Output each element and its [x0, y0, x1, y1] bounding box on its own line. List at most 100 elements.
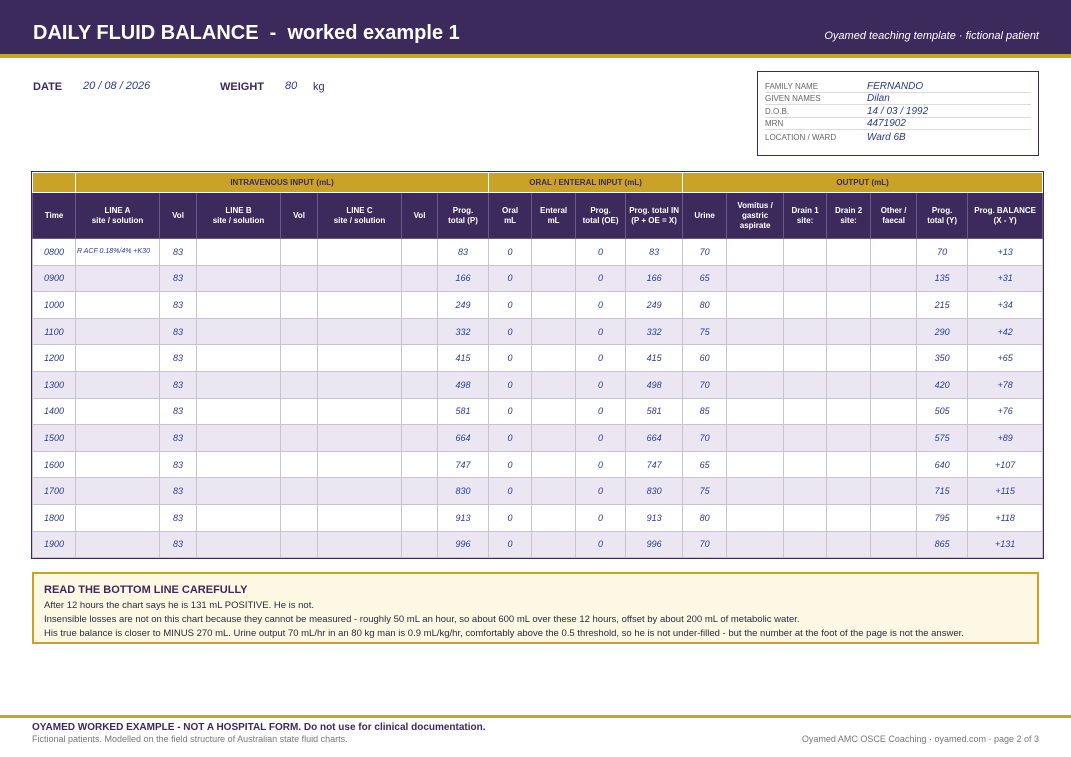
column-header-line: Drain 2: [835, 205, 863, 215]
table-cell: [196, 450, 281, 479]
table-cell: [870, 344, 918, 372]
page-title: DAILY FLUID BALANCE - worked example 1: [33, 22, 460, 44]
table-cell: 581: [625, 397, 684, 426]
table-cell: +65: [967, 344, 1044, 372]
table-row: 1700 83 830 0 0 830 75 715 +115: [32, 477, 1044, 505]
column-header: Oral mL: [488, 192, 533, 239]
table-cell: [726, 450, 785, 479]
group-header-output: OUTPUT (mL): [682, 172, 1044, 193]
table-cell: [401, 264, 438, 293]
table-cell: 83: [159, 450, 197, 479]
column-header-subline: site:: [796, 215, 814, 225]
table-cell: +118: [967, 503, 1044, 532]
table-cell: [783, 291, 828, 319]
table-cell: [280, 344, 318, 372]
table-cell: 70: [682, 238, 728, 266]
table-cell: 0: [488, 397, 533, 426]
table-cell: 83: [159, 503, 197, 532]
table-cell: 1800: [32, 503, 76, 532]
table-cell: 75: [682, 477, 728, 505]
table-cell: [401, 291, 438, 319]
table-cell: [531, 503, 577, 532]
teaching-note: READ THE BOTTOM LINE CAREFULLY After 12 …: [32, 572, 1039, 644]
patient-field-value: Ward 6B: [867, 131, 906, 143]
table-cell: 0: [488, 450, 533, 479]
table-cell: [783, 397, 828, 426]
table-cell: 1100: [32, 317, 76, 346]
table-cell: [401, 477, 438, 505]
page-subtitle: Oyamed teaching template · fictional pat…: [824, 30, 1039, 42]
table-cell: 0: [488, 530, 533, 559]
patient-row: GIVEN NAMES Dilan: [765, 93, 1031, 105]
table-cell: 83: [159, 264, 197, 293]
table-cell: [401, 344, 438, 372]
table-cell: +76: [967, 397, 1044, 426]
table-cell: 0: [575, 291, 627, 319]
patient-field-label: GIVEN NAMES: [765, 94, 821, 103]
table-cell: [280, 238, 318, 266]
table-cell: [75, 370, 160, 399]
table-cell: 249: [436, 291, 490, 319]
table-row: 1800 83 913 0 0 913 80 795 +118: [32, 503, 1044, 532]
table-cell: 664: [625, 424, 684, 452]
column-header: Prog. total (OE): [575, 192, 627, 239]
table-row: 1200 83 415 0 0 415 60 350 +65: [32, 344, 1044, 372]
column-header: Vol: [159, 192, 197, 239]
table-cell: [870, 397, 918, 426]
column-header-line: Enteral: [540, 205, 568, 215]
table-cell: 166: [436, 264, 490, 293]
table-cell: 747: [625, 450, 684, 479]
table-cell: [75, 291, 160, 319]
table-cell: [783, 530, 828, 559]
table-cell: 0: [488, 477, 533, 505]
table-cell: 83: [436, 238, 490, 266]
table-cell: [317, 291, 402, 319]
table-cell: [280, 397, 318, 426]
table-cell: 1600: [32, 450, 76, 479]
table-cell: [783, 450, 828, 479]
table-cell: [196, 397, 281, 426]
table-cell: [401, 238, 438, 266]
table-cell: [280, 370, 318, 399]
patient-field-label: LOCATION / WARD: [765, 132, 837, 142]
table-cell: 498: [436, 370, 490, 399]
table-cell: +42: [967, 317, 1044, 346]
table-cell: 1500: [32, 424, 76, 452]
table-cell: 865: [916, 530, 969, 559]
column-header: Enteral mL: [531, 192, 577, 239]
table-cell: [726, 424, 785, 452]
table-cell: 0: [488, 238, 533, 266]
table-cell: [317, 370, 402, 399]
table-cell: 83: [159, 291, 197, 319]
table-cell: [196, 317, 281, 346]
table-cell: +131: [967, 530, 1044, 559]
table-cell: [317, 530, 402, 559]
table-cell: [401, 397, 438, 426]
column-header-subline: mL: [504, 215, 517, 225]
table-cell: [783, 264, 828, 293]
table-cell: [783, 424, 828, 452]
table-cell: [870, 370, 918, 399]
patient-details-box: FAMILY NAME FERNANDO GIVEN NAMES Dilan D…: [757, 71, 1039, 156]
table-cell: 0800: [32, 238, 76, 266]
table-cell: [196, 424, 281, 452]
table-cell: 830: [436, 477, 490, 505]
table-cell: [75, 264, 160, 293]
table-cell: 1200: [32, 344, 76, 372]
patient-field-label: MRN: [765, 119, 784, 128]
table-cell: 166: [625, 264, 684, 293]
patient-row: MRN 4471902: [765, 118, 1031, 130]
table-cell: [870, 238, 918, 266]
table-cell: [531, 264, 577, 293]
table-cell: [726, 397, 785, 426]
table-cell: [317, 344, 402, 372]
column-header: Drain 2 site:: [826, 192, 872, 239]
table-cell: [196, 238, 281, 266]
column-header-line: Vol: [293, 210, 305, 220]
table-cell: [75, 317, 160, 346]
table-cell: 0: [575, 370, 627, 399]
table-cell: [826, 370, 872, 399]
column-header-subline: (X - Y): [993, 215, 1017, 225]
table-cell: 575: [916, 424, 969, 452]
table-cell: [726, 238, 785, 266]
